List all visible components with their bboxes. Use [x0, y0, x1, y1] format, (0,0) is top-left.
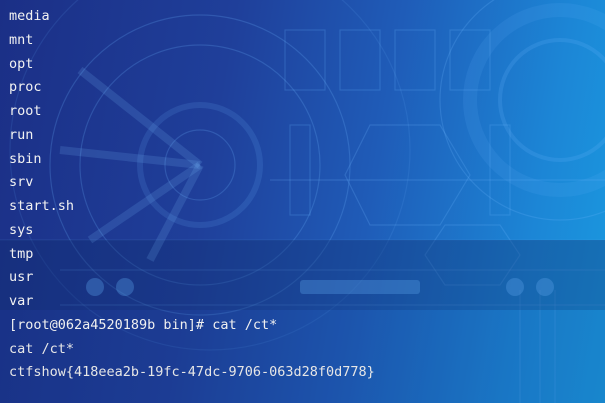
terminal-window[interactable]: media mnt opt proc root run sbin srv sta… — [0, 0, 605, 403]
terminal-echo-line: cat /ct* — [9, 340, 75, 357]
terminal-line: opt — [9, 55, 34, 72]
terminal-output[interactable]: media mnt opt proc root run sbin srv sta… — [9, 5, 375, 385]
terminal-prompt-line: [root@062a4520189b bin]# cat /ct* — [9, 316, 278, 333]
terminal-line: usr — [9, 269, 34, 286]
terminal-line: media — [9, 8, 50, 24]
terminal-line: srv — [9, 174, 34, 191]
terminal-flag-line: ctfshow{418eea2b-19fc-47dc-9706-063d28f0… — [9, 364, 375, 381]
terminal-line: run — [9, 126, 34, 143]
terminal-line: root — [9, 103, 42, 119]
terminal-line: tmp — [9, 245, 34, 262]
terminal-line: proc — [9, 79, 42, 96]
terminal-line: sys — [9, 221, 34, 238]
terminal-line: start.sh — [9, 198, 75, 214]
terminal-line: mnt — [9, 31, 34, 48]
terminal-line: sbin — [9, 150, 42, 167]
terminal-line: var — [9, 293, 34, 309]
